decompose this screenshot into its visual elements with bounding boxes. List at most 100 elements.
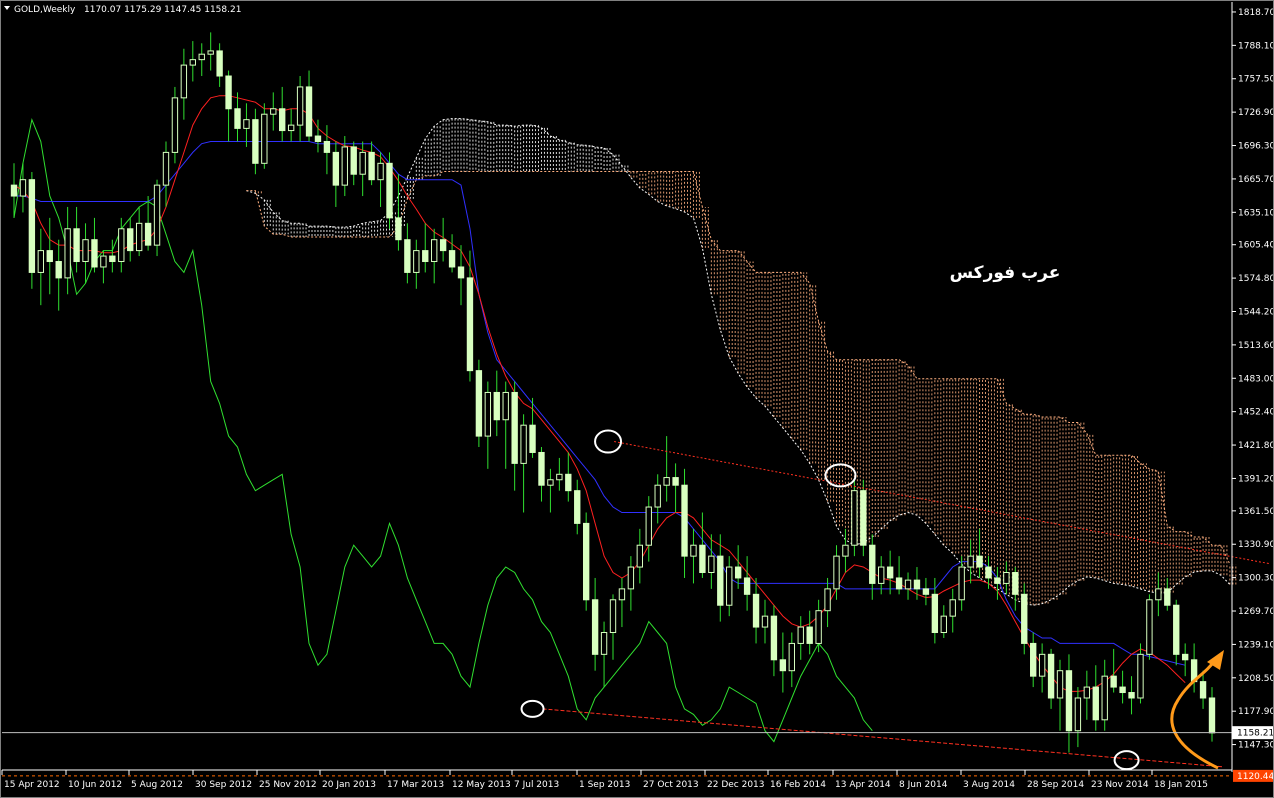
candle-body <box>100 255 107 268</box>
candle-body <box>216 50 223 77</box>
candle-body <box>1128 692 1135 699</box>
candle-body <box>690 544 697 557</box>
candle-body <box>529 424 536 453</box>
time-tick-label: 8 Jun 2014 <box>899 780 948 790</box>
price-tick-label: 1300.30 <box>1238 574 1274 584</box>
candle-body <box>627 566 635 590</box>
candle-body <box>368 151 375 181</box>
candle-body <box>252 119 259 164</box>
candle-body <box>940 615 947 634</box>
price-tick-label: 1483.00 <box>1238 374 1274 384</box>
time-tick-label: 17 Mar 2013 <box>387 780 444 790</box>
support-price-label: 1120.44 <box>1237 772 1274 782</box>
candle-body <box>985 566 992 579</box>
candle-body <box>582 522 590 601</box>
candle <box>1021 583 1028 655</box>
candle-body <box>484 391 492 437</box>
time-tick-label: 23 Nov 2014 <box>1091 780 1149 790</box>
header-ohlc: 1170.07 1175.29 1147.45 1158.21 <box>84 5 241 15</box>
candle-body <box>1119 686 1126 694</box>
price-tick-label: 1818.70 <box>1238 8 1274 18</box>
price-tick-label: 1239.10 <box>1238 640 1274 650</box>
candle-body <box>37 250 45 273</box>
candle-body <box>55 261 62 279</box>
chart-header: GOLD,Weekly 1170.07 1175.29 1147.45 1158… <box>4 5 241 15</box>
candle-body <box>520 424 527 464</box>
time-tick-label: 5 Aug 2012 <box>131 780 183 790</box>
candle-body <box>913 579 921 590</box>
candle-body <box>1110 675 1117 688</box>
candle-body <box>681 484 688 557</box>
candle-body <box>270 108 277 115</box>
candle-body <box>189 59 196 66</box>
candle-body <box>1181 653 1189 661</box>
candle-body <box>395 217 402 241</box>
candle-body <box>1021 593 1028 644</box>
candle-body <box>19 179 27 197</box>
candle-body <box>448 250 456 268</box>
candle-body <box>1012 571 1019 595</box>
candle-body <box>466 277 474 372</box>
price-tick-label: 1696.30 <box>1238 142 1274 152</box>
candle-body <box>502 391 509 421</box>
candle-body <box>797 626 804 644</box>
candle-body <box>431 239 438 263</box>
candle-body <box>779 659 787 672</box>
candle-body <box>234 108 241 129</box>
candle-body <box>860 490 867 546</box>
candle <box>171 86 179 164</box>
time-tick-label: 28 Sep 2014 <box>1027 780 1084 790</box>
candle-body <box>457 266 465 279</box>
header-symbol: GOLD,Weekly <box>14 5 76 15</box>
candle-body <box>869 544 876 584</box>
price-tick-label: 1147.30 <box>1238 741 1274 751</box>
candle-body <box>180 64 188 99</box>
candle-body <box>261 113 268 164</box>
ichimoku-chart: 1818.70 1788.10 1757.50 1726.90 1696.30 1665.… <box>0 0 1274 798</box>
chart-background <box>0 0 1274 798</box>
candle-body <box>377 162 384 181</box>
price-tick-label: 1452.40 <box>1238 408 1274 418</box>
candle-body <box>770 615 778 661</box>
candle-body <box>708 555 715 573</box>
candle-body <box>600 632 608 655</box>
candle-body <box>565 473 572 492</box>
candle-body <box>1208 697 1216 734</box>
candle-body <box>1030 642 1037 677</box>
price-tick-label: 1788.10 <box>1238 41 1274 51</box>
candle-body <box>1056 670 1064 699</box>
candle-body <box>91 239 98 268</box>
price-tick-label: 1544.20 <box>1238 307 1274 317</box>
candle-body <box>46 250 53 263</box>
candle-body <box>806 626 813 644</box>
candle-body <box>976 555 983 568</box>
time-tick-label: 30 Sep 2012 <box>195 780 252 790</box>
time-tick-label: 25 Nov 2012 <box>259 780 317 790</box>
candle-body <box>895 577 903 590</box>
candle-body <box>994 577 1001 584</box>
time-tick-label: 1 Sep 2013 <box>579 780 630 790</box>
candle-body <box>171 97 179 153</box>
candle-body <box>332 151 340 186</box>
candle-body <box>279 108 286 132</box>
candle-body <box>82 239 89 263</box>
price-tick-label: 1757.50 <box>1238 75 1274 85</box>
candle-body <box>404 239 411 273</box>
price-tick-label: 1269.70 <box>1238 607 1274 617</box>
time-tick-label: 27 Oct 2013 <box>643 780 699 790</box>
candle-body <box>547 479 554 486</box>
candle-body <box>386 162 393 219</box>
price-tick-label: 1421.80 <box>1238 441 1274 451</box>
price-tick-label: 1635.10 <box>1238 208 1274 218</box>
candle-body <box>967 555 974 568</box>
candle-body <box>609 599 617 634</box>
candle-body <box>556 473 563 481</box>
candle-body <box>958 566 965 601</box>
candle-body <box>198 53 205 61</box>
candle-body <box>1173 604 1180 655</box>
candle-body <box>359 151 366 175</box>
candle-body <box>761 615 769 628</box>
candle-body <box>904 579 912 590</box>
candle-body <box>1146 599 1153 655</box>
candle <box>28 172 36 289</box>
